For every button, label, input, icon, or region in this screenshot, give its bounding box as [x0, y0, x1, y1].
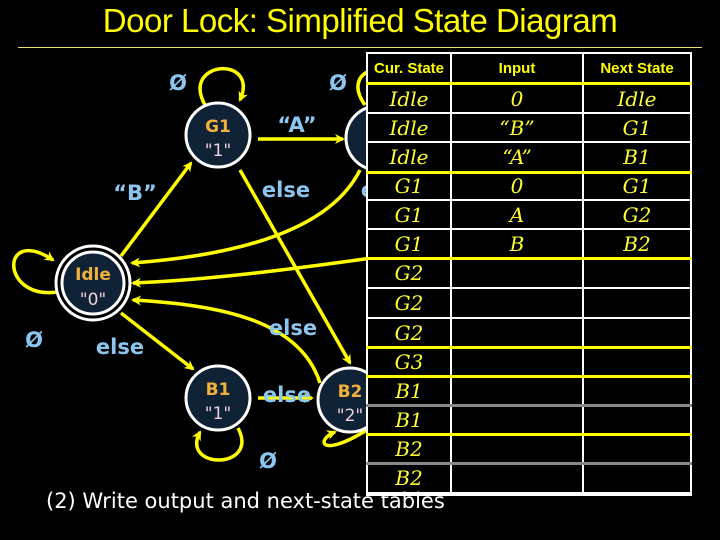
next-state-table: Cur. State Input Next State Idle 0 Idle Idl…: [366, 52, 692, 496]
input-cell[interactable]: [452, 348, 582, 375]
input-cell[interactable]: [452, 259, 582, 287]
arrow-g1-self: [198, 67, 248, 106]
state-idle-output: "0": [80, 290, 106, 310]
next-state-cell[interactable]: Idle: [584, 85, 690, 112]
group-separator: [366, 375, 692, 378]
table-row: G1 0 G1: [368, 173, 690, 199]
table-row: G1 A G2: [368, 201, 690, 228]
group-separator: [366, 257, 692, 260]
cur-state-cell[interactable]: Idle: [368, 114, 450, 141]
caption: (2) Write output and next-state tables: [46, 489, 445, 513]
slide: Door Lock: Simplified State Diagram Idle…: [0, 0, 720, 540]
next-state-cell[interactable]: B2: [584, 230, 690, 257]
cur-state-cell[interactable]: Idle: [368, 143, 450, 171]
next-state-cell[interactable]: [584, 259, 690, 287]
arrow-b1-self: [191, 427, 244, 462]
input-cell[interactable]: [452, 464, 582, 492]
group-separator: [366, 171, 692, 174]
state-idle-name: Idle: [75, 265, 111, 285]
edge-label-b1-self: Ø: [259, 449, 277, 473]
next-state-cell[interactable]: [584, 435, 690, 462]
state-b2-name: B2: [338, 382, 363, 402]
table-row: B2: [368, 435, 690, 462]
table-row: B2: [368, 464, 690, 492]
table-row: Idle “A” B1: [368, 143, 690, 171]
group-separator: [366, 433, 692, 436]
table-row: Idle “B” G1: [368, 114, 690, 141]
cur-state-cell[interactable]: G2: [368, 289, 450, 317]
cur-state-cell[interactable]: B1: [368, 406, 450, 433]
table-row: B1: [368, 406, 690, 433]
arrow-idle-self: [12, 248, 58, 295]
cur-state-cell[interactable]: B1: [368, 377, 450, 404]
input-cell[interactable]: [452, 377, 582, 404]
input-cell[interactable]: B: [452, 230, 582, 257]
next-state-cell[interactable]: G2: [584, 201, 690, 228]
state-b1-output: "1": [205, 404, 231, 424]
input-cell[interactable]: “B”: [452, 114, 582, 141]
table-header: Cur. State Input Next State: [368, 54, 690, 83]
next-state-cell[interactable]: [584, 406, 690, 433]
table-row: G2: [368, 259, 690, 287]
edge-label-g1-self: Ø: [169, 71, 187, 95]
cur-state-cell[interactable]: B2: [368, 464, 450, 492]
cur-state-cell[interactable]: G2: [368, 319, 450, 346]
input-cell[interactable]: [452, 406, 582, 433]
row-separator: [366, 462, 692, 465]
table-row: B1: [368, 377, 690, 404]
input-cell[interactable]: [452, 289, 582, 317]
next-state-cell[interactable]: G1: [584, 173, 690, 199]
input-cell[interactable]: 0: [452, 85, 582, 112]
input-cell[interactable]: “A”: [452, 143, 582, 171]
input-cell[interactable]: A: [452, 201, 582, 228]
group-separator: [366, 346, 692, 349]
state-b1-name: B1: [206, 380, 231, 400]
state-g1-output: "1": [205, 141, 231, 161]
next-state-cell[interactable]: [584, 319, 690, 346]
cur-state-cell[interactable]: G1: [368, 201, 450, 228]
table-row: G2: [368, 289, 690, 317]
table-row: Idle 0 Idle: [368, 85, 690, 112]
table-row: G1 B B2: [368, 230, 690, 257]
next-state-cell[interactable]: [584, 377, 690, 404]
arrow-g3-idle: [131, 256, 373, 288]
arrow-idle-g1: [119, 161, 193, 258]
edge-label-b2-idle: else: [269, 316, 317, 340]
table-row: G3: [368, 348, 690, 375]
edge-label-g1-b2: else: [262, 178, 310, 202]
header-cur-state: Cur. State: [368, 54, 450, 83]
cur-state-cell[interactable]: G2: [368, 259, 450, 287]
edge-label-idle-self: Ø: [25, 328, 43, 352]
cur-state-cell[interactable]: G3: [368, 348, 450, 375]
next-state-cell[interactable]: [584, 464, 690, 492]
cur-state-cell[interactable]: Idle: [368, 85, 450, 112]
edge-label-g1-g2: “A”: [277, 113, 316, 137]
edge-label-idle-g1: “B”: [113, 181, 157, 205]
edge-label-idle-b1: else: [96, 335, 144, 359]
input-cell[interactable]: [452, 435, 582, 462]
next-state-cell[interactable]: [584, 348, 690, 375]
header-next-state: Next State: [584, 54, 690, 83]
state-g1-name: G1: [205, 117, 231, 137]
input-cell[interactable]: [452, 319, 582, 346]
next-state-cell[interactable]: [584, 289, 690, 317]
header-input: Input: [452, 54, 582, 83]
input-cell[interactable]: 0: [452, 173, 582, 199]
table-row: G2: [368, 319, 690, 346]
cur-state-cell[interactable]: G1: [368, 230, 450, 257]
next-state-cell[interactable]: B1: [584, 143, 690, 171]
next-state-cell[interactable]: G1: [584, 114, 690, 141]
cur-state-cell[interactable]: B2: [368, 435, 450, 462]
state-b2-output: "2": [337, 406, 363, 426]
edge-label-b1-b2: else: [263, 383, 311, 407]
edge-label-g2-self: Ø: [329, 71, 347, 95]
group-separator: [366, 82, 692, 85]
cur-state-cell[interactable]: G1: [368, 173, 450, 199]
row-separator: [366, 404, 692, 407]
